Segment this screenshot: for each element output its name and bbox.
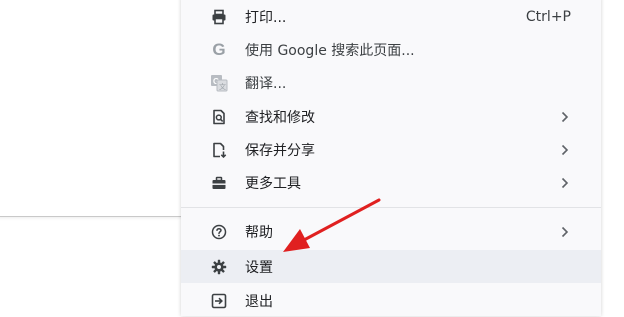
shortcut-label: Ctrl+P <box>525 8 571 25</box>
menu-item-label: 查找和修改 <box>245 109 315 126</box>
chevron-right-icon <box>559 143 571 157</box>
menu-item-print[interactable]: 打印... Ctrl+P <box>181 0 601 33</box>
menu-item-search-with-google[interactable]: G 使用 Google 搜索此页面... <box>181 33 601 66</box>
menu-item-exit[interactable]: 退出 <box>181 284 601 317</box>
menu-separator <box>181 207 601 208</box>
menu-item-label: 设置 <box>245 259 273 276</box>
save-share-icon <box>209 140 229 160</box>
menu-item-save-and-share[interactable]: 保存并分享 <box>181 133 601 166</box>
menu-item-more-tools[interactable]: 更多工具 <box>181 166 601 199</box>
menu-item-settings[interactable]: 设置 <box>181 250 601 283</box>
svg-text:文: 文 <box>219 82 226 91</box>
google-g-icon: G <box>212 40 226 59</box>
chevron-right-icon <box>559 176 571 190</box>
menu-item-label: 保存并分享 <box>245 142 315 159</box>
browser-main-menu: 打印... Ctrl+P G 使用 Google 搜索此页面... G 文 翻译… <box>181 0 601 316</box>
menu-item-label: 打印... <box>245 9 287 26</box>
gear-icon <box>209 257 229 277</box>
menu-item-label: 更多工具 <box>245 175 301 192</box>
menu-item-label: 翻译... <box>245 75 287 92</box>
printer-icon <box>209 7 229 27</box>
find-page-icon <box>209 107 229 127</box>
menu-item-help[interactable]: 帮助 <box>181 215 601 248</box>
menu-item-label: 使用 Google 搜索此页面... <box>245 42 415 59</box>
menu-item-label: 帮助 <box>245 224 273 241</box>
translate-icon: G 文 <box>209 73 229 93</box>
chevron-right-icon <box>559 110 571 124</box>
menu-item-translate[interactable]: G 文 翻译... <box>181 66 601 99</box>
toolbox-icon <box>209 173 229 193</box>
chevron-right-icon <box>559 225 571 239</box>
help-icon <box>209 222 229 242</box>
menu-item-find-and-edit[interactable]: 查找和修改 <box>181 100 601 133</box>
